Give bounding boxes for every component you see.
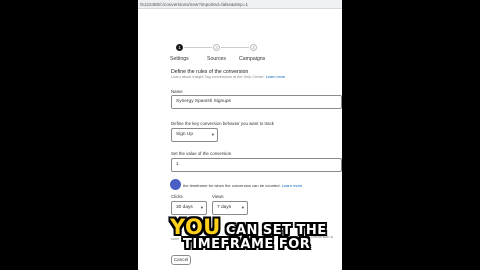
views-label: Views [212,194,224,199]
step-3-indicator[interactable]: 3 [250,44,257,51]
learn-more-link[interactable]: Learn more [266,75,285,79]
caption-line-1: YOU CAN SET THE [170,215,327,239]
caption-line-1-rest: CAN SET THE [225,223,327,238]
step-label-sources: Sources [207,56,227,62]
views-window-select[interactable]: 7 days ▾ [212,201,248,215]
value-label: Set the value of the conversion [171,151,232,156]
timeframe-text: the timeframe for when the conversion ca… [183,183,302,188]
cancel-button[interactable]: Cancel [171,255,191,265]
step-1-indicator[interactable]: 1 [176,44,183,51]
step-2-indicator[interactable]: 2 [213,44,220,51]
clicks-selected-value: 30 days [176,205,193,210]
chevron-down-icon: ▾ [241,205,244,210]
clicks-label: Clicks [171,194,183,199]
form-subtext-text: Learn about Insight Tag conversions at t… [171,75,265,79]
cursor-highlight-dot [170,179,181,190]
timeframe-learn-more-link[interactable]: Learn more [282,183,302,188]
step-connector [221,47,249,48]
caption-line-2: TIMEFRAME FOR [183,237,311,252]
clicks-window-select[interactable]: 30 days ▾ [171,201,207,215]
form-subtext: Learn about Insight Tag conversions at t… [171,75,285,79]
timeframe-label: the timeframe for when the conversion ca… [183,183,281,188]
caption-highlight: YOU [170,215,221,239]
behavior-selected-value: Sign Up [176,132,194,137]
name-label: Name [171,89,183,94]
conversion-behavior-select[interactable]: Sign Up ▾ [171,128,218,142]
chevron-down-icon: ▾ [211,132,214,137]
chevron-down-icon: ▾ [200,205,203,210]
conversion-value-input[interactable]: 1 [171,158,342,172]
name-input[interactable]: Synergy Spanish Signups [171,95,342,109]
step-connector [184,47,212,48]
step-label-settings: Settings [170,56,189,62]
address-bar[interactable]: /5122480/c/conversions/new?imported=fals… [138,0,342,9]
behavior-label: Define the key conversion behavior you w… [171,121,274,126]
step-label-campaigns: Campaigns [239,56,266,62]
views-selected-value: 7 days [217,205,232,210]
